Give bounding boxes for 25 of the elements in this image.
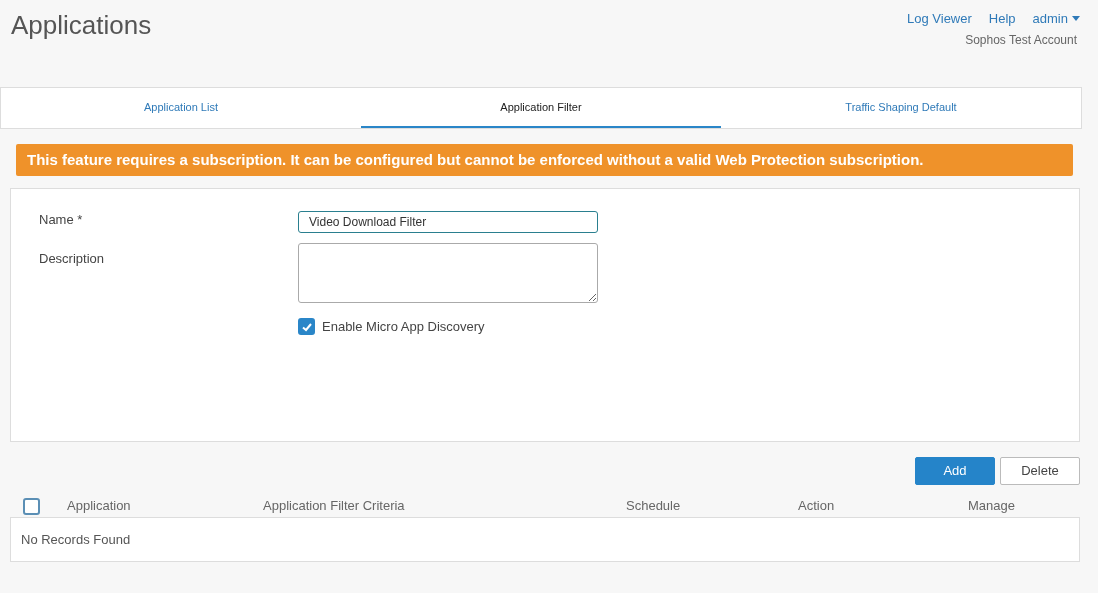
field-label: Description: [39, 250, 106, 268]
caret-icon: [1072, 16, 1080, 22]
select-all-checkbox[interactable]: [23, 497, 40, 515]
column-header: Schedule: [626, 497, 682, 516]
name-field[interactable]: Video Download Filter: [298, 211, 598, 233]
account-name: Sophos Test Account: [965, 31, 1077, 49]
description-field[interactable]: [298, 243, 598, 303]
field-label: Name *: [39, 211, 84, 229]
column-header: Application Filter Criteria: [263, 497, 406, 516]
column-header: Action: [798, 497, 836, 516]
column-header: Manage: [968, 497, 1016, 516]
tab[interactable]: Application List: [1, 88, 361, 128]
action-button[interactable]: Delete: [1000, 457, 1080, 485]
empty-message: No Records Found: [21, 530, 131, 549]
header-link[interactable]: Log Viewer: [907, 9, 972, 29]
user-menu[interactable]: admin: [1032, 9, 1080, 29]
subscription-banner: This feature requires a subscription. It can be configured but cannot be enforced without a valid Web Protection subscription.: [16, 144, 1073, 176]
column-header: Application: [67, 497, 132, 516]
checkbox-label: Enable Micro App Discovery: [322, 318, 485, 336]
tab[interactable]: Traffic Shaping Default: [721, 88, 1081, 128]
tab[interactable]: Application Filter: [361, 88, 721, 128]
action-button[interactable]: Add: [915, 457, 995, 485]
header-link[interactable]: Help: [988, 9, 1016, 29]
checkbox[interactable]: [298, 318, 315, 336]
page-title: Applications: [11, 9, 152, 42]
